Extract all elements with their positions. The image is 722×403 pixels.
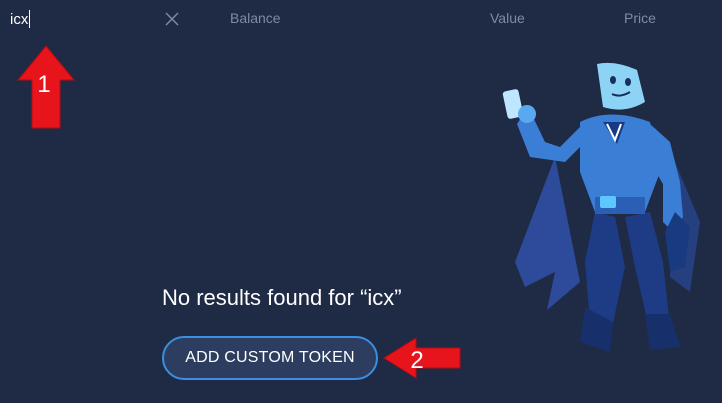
text-caret bbox=[29, 10, 30, 28]
token-list-header: Balance Value Price bbox=[0, 0, 722, 38]
annotation-label-1: 1 bbox=[37, 71, 50, 98]
annotation-arrow-left: 2 bbox=[383, 337, 461, 379]
annotation-label-2: 2 bbox=[410, 347, 423, 374]
superhero-mascot-illustration bbox=[502, 62, 700, 352]
add-custom-token-button[interactable]: ADD CUSTOM TOKEN bbox=[162, 336, 378, 380]
column-header-value[interactable]: Value bbox=[490, 10, 525, 26]
column-header-balance[interactable]: Balance bbox=[230, 10, 281, 26]
annotation-arrow-up: 1 bbox=[16, 45, 76, 129]
close-icon[interactable] bbox=[164, 11, 180, 27]
column-header-price[interactable]: Price bbox=[624, 10, 656, 26]
no-results-message: No results found for “icx” bbox=[162, 285, 402, 310]
search-box[interactable] bbox=[10, 6, 180, 32]
search-input[interactable] bbox=[10, 6, 150, 32]
